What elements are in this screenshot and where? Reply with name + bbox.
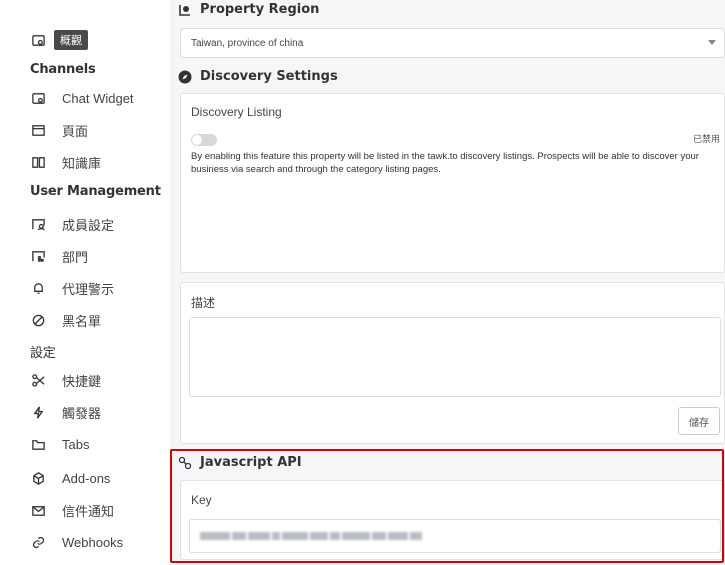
location-icon <box>178 3 192 17</box>
ban-icon <box>30 312 46 328</box>
cube-icon <box>30 470 46 486</box>
folder-icon <box>30 436 46 452</box>
scissors-icon <box>30 372 46 388</box>
description-label: 描述 <box>191 296 216 310</box>
sidebar-item-label: 知識庫 <box>62 155 102 171</box>
page-icon <box>30 122 46 138</box>
discovery-listing-card: Discovery Listing 已禁用 By enabling this f… <box>180 93 725 273</box>
sidebar-item-members[interactable]: 成員設定 <box>30 212 114 236</box>
sidebar-item-department[interactable]: 部門 <box>30 244 88 268</box>
section-title-text: Property Region <box>200 2 320 17</box>
sidebar-item-chat-widget[interactable]: Chat Widget <box>30 86 134 110</box>
sidebar-item-label: 黑名單 <box>62 313 102 329</box>
department-icon <box>30 248 46 264</box>
property-region-select[interactable]: Taiwan, province of china <box>180 28 725 58</box>
sidebar: 概觀 Channels Chat Widget 頁面 知識庫 User Mana… <box>0 0 170 565</box>
sidebar-section-header: User Management <box>30 184 161 199</box>
sidebar-item-label: 頁面 <box>62 123 89 139</box>
sidebar-item-overview[interactable]: 概觀 <box>30 28 88 52</box>
bell-icon <box>30 280 46 296</box>
sidebar-section-header: Channels <box>30 62 96 77</box>
sidebar-item-label: 概觀 <box>54 30 88 50</box>
sidebar-item-knowledge-base[interactable]: 知識庫 <box>30 150 101 174</box>
sidebar-item-email-notifications[interactable]: 信件通知 <box>30 498 114 522</box>
select-value: Taiwan, province of china <box>191 37 304 49</box>
dashboard-icon <box>30 32 46 48</box>
chat-widget-icon <box>30 90 46 106</box>
discovery-settings-title: Discovery Settings <box>178 69 338 84</box>
discovery-listing-toggle[interactable] <box>191 134 217 146</box>
sidebar-item-webhooks[interactable]: Webhooks <box>30 530 123 554</box>
discovery-listing-label: Discovery Listing <box>191 105 282 119</box>
toggle-status-text: 已禁用 <box>692 134 720 144</box>
sidebar-section-header: 設定 <box>30 346 56 361</box>
sidebar-item-label: 觸發器 <box>62 405 102 421</box>
sidebar-item-tabs[interactable]: Tabs <box>30 432 89 456</box>
toggle-knob <box>192 135 202 145</box>
description-textarea[interactable] <box>189 317 721 397</box>
link-icon <box>30 534 46 550</box>
sidebar-item-label: 代理警示 <box>62 281 115 297</box>
sidebar-item-label: Webhooks <box>62 534 124 550</box>
section-title-text: Discovery Settings <box>200 69 338 84</box>
compass-icon <box>178 70 192 84</box>
lightning-icon <box>30 404 46 420</box>
book-icon <box>30 154 46 170</box>
sidebar-item-label: Tabs <box>62 436 90 452</box>
sidebar-item-label: Chat Widget <box>62 90 134 106</box>
sidebar-item-label: 快捷鍵 <box>62 373 102 389</box>
sidebar-item-label: 成員設定 <box>62 217 115 233</box>
property-region-title: Property Region <box>178 2 319 17</box>
members-icon <box>30 216 46 232</box>
sidebar-item-label: Add-ons <box>62 470 111 486</box>
mail-icon <box>30 502 46 518</box>
save-button[interactable]: 儲存 <box>678 407 720 435</box>
sidebar-item-shortcuts[interactable]: 快捷鍵 <box>30 368 101 392</box>
sidebar-item-label: 部門 <box>62 249 89 265</box>
chevron-down-icon <box>708 40 716 45</box>
highlight-box <box>170 449 724 563</box>
discovery-description: By enabling this feature this property w… <box>191 151 699 175</box>
sidebar-item-label: 信件通知 <box>62 503 115 519</box>
sidebar-item-triggers[interactable]: 觸發器 <box>30 400 101 424</box>
sidebar-item-blacklist[interactable]: 黑名單 <box>30 308 101 332</box>
sidebar-item-pages[interactable]: 頁面 <box>30 118 88 142</box>
description-card: 描述 儲存 <box>180 282 725 444</box>
sidebar-item-add-ons[interactable]: Add-ons <box>30 466 110 490</box>
sidebar-item-agent-alerts[interactable]: 代理警示 <box>30 276 114 300</box>
